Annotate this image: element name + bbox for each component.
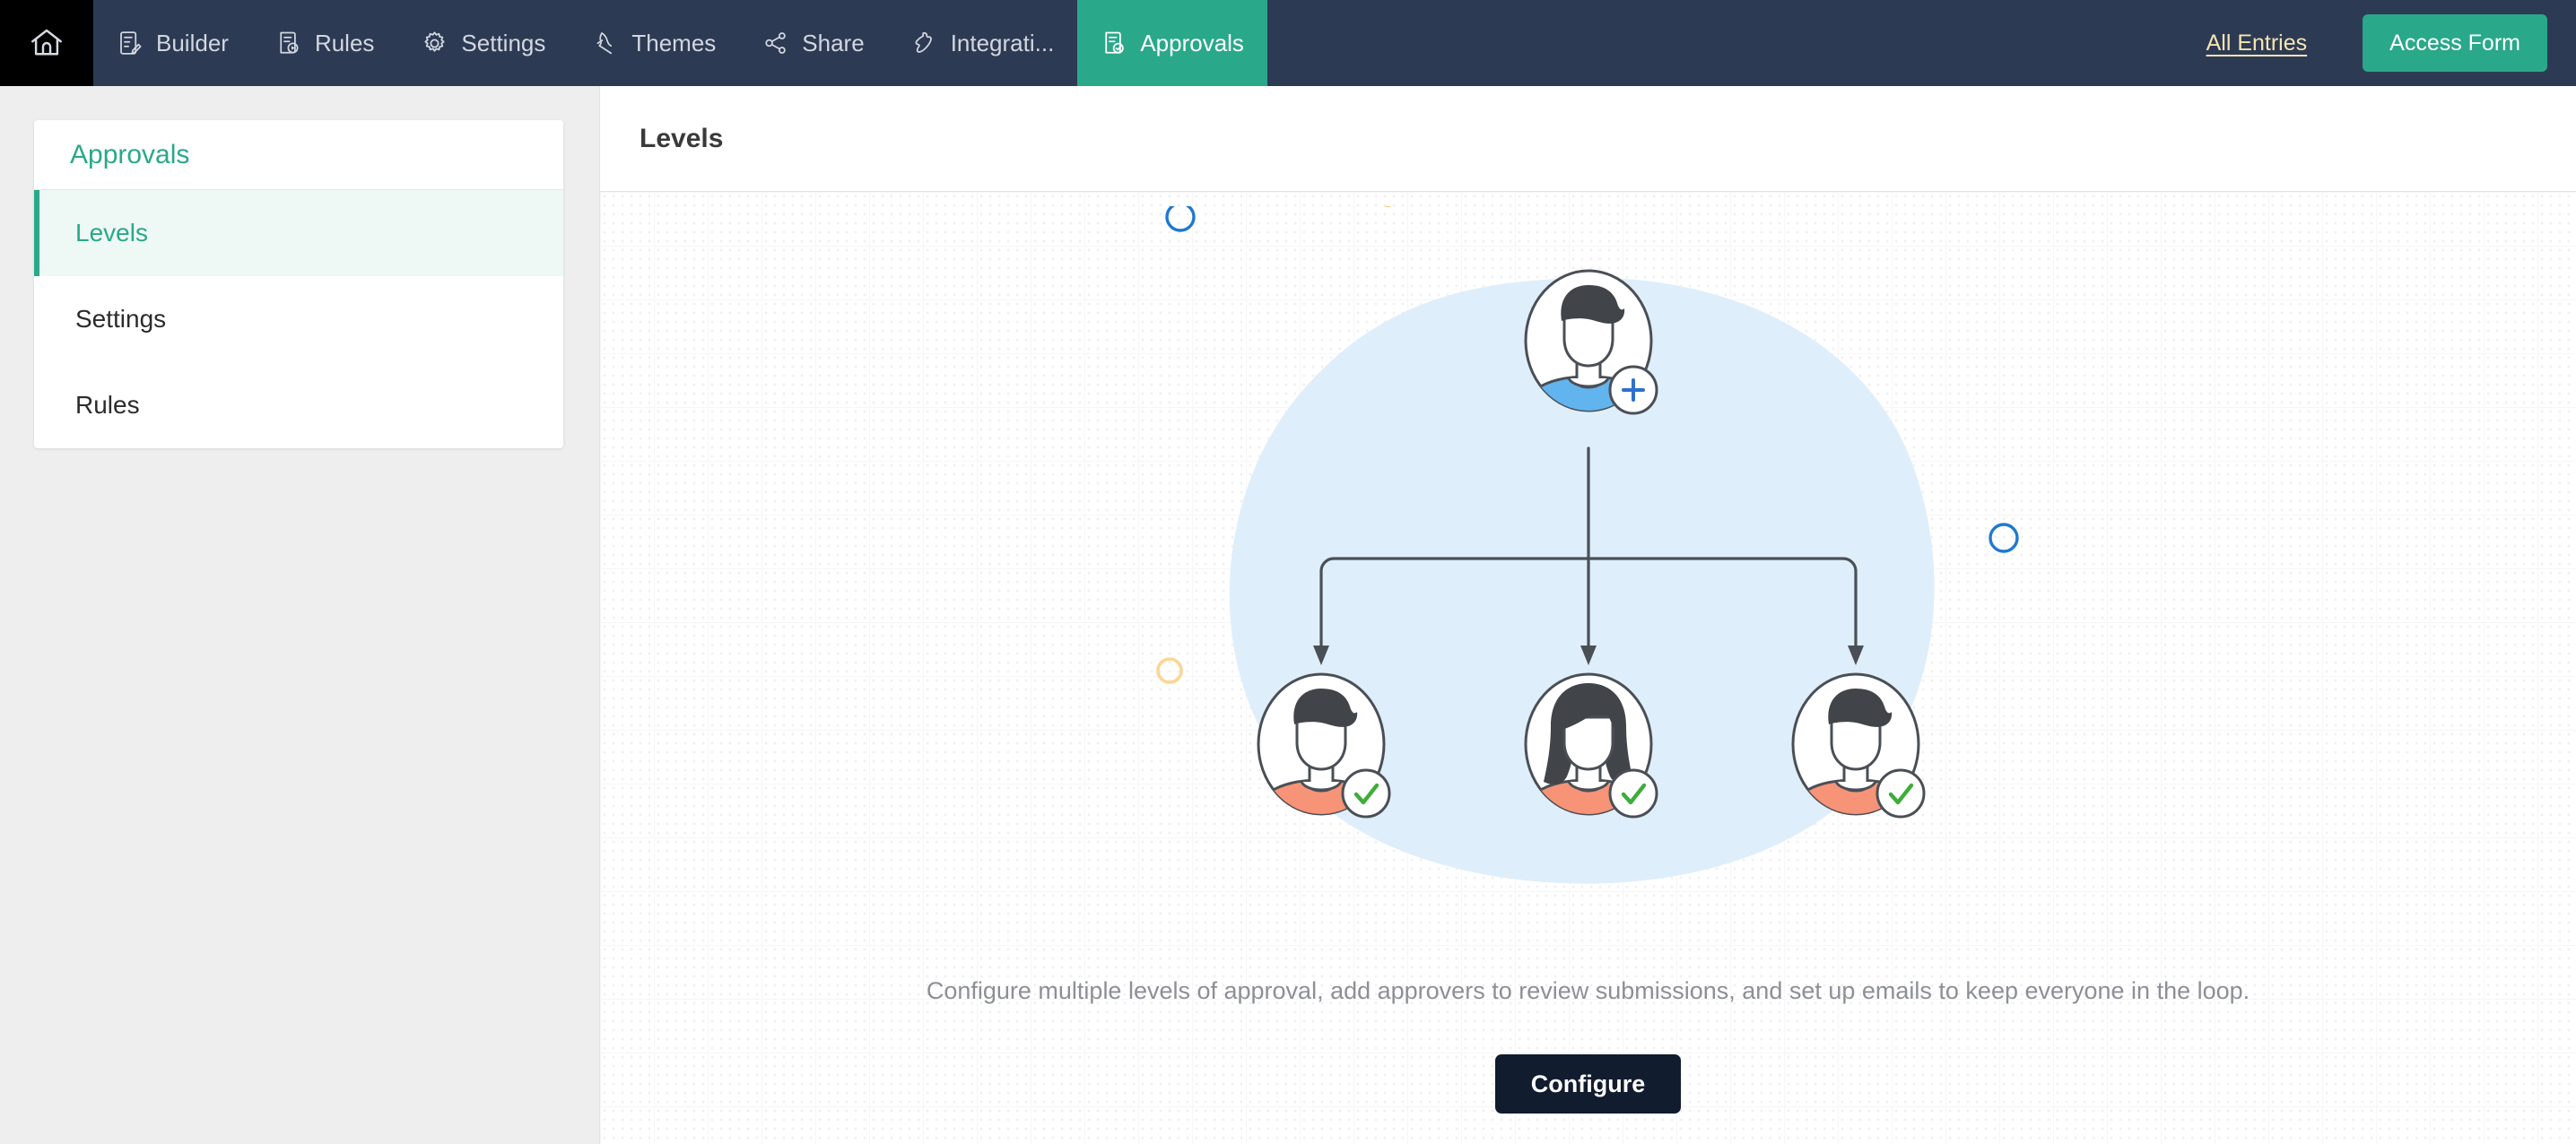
- approval-hierarchy-illustration: [1140, 206, 2037, 950]
- configure-button-wrap: Configure: [600, 1054, 2576, 1114]
- check-badge: [1877, 770, 1924, 817]
- topbar-actions: All Entries Access Form: [2206, 0, 2576, 86]
- nav-tab-settings[interactable]: Settings: [397, 0, 569, 86]
- decor-circle-blue-top: [1167, 206, 1194, 230]
- decor-circle-orange-left: [1158, 659, 1181, 682]
- rules-document-icon: [275, 30, 302, 56]
- nav-tab-settings-label: Settings: [461, 31, 545, 55]
- sidebar-item-rules-label: Rules: [75, 391, 140, 420]
- form-builder-icon: [117, 30, 144, 56]
- nav-tab-themes-label: Themes: [631, 31, 716, 55]
- gear-icon: [421, 30, 448, 57]
- sidebar-item-levels[interactable]: Levels: [34, 190, 563, 276]
- nav-tab-approvals[interactable]: Approvals: [1077, 0, 1267, 86]
- check-badge: [1610, 770, 1657, 817]
- access-form-button[interactable]: Access Form: [2363, 14, 2547, 72]
- top-navigation-bar: Builder Rules Settings: [0, 0, 2576, 86]
- nav-tab-integrations-label: Integrati...: [951, 31, 1055, 55]
- nav-tab-themes[interactable]: Themes: [569, 0, 739, 86]
- nav-tab-builder[interactable]: Builder: [93, 0, 252, 86]
- paint-brush-icon: [592, 30, 619, 56]
- nav-tab-approvals-label: Approvals: [1140, 31, 1244, 55]
- home-icon: [28, 24, 65, 62]
- sidebar-item-rules[interactable]: Rules: [34, 362, 563, 448]
- nav-tab-share-label: Share: [802, 31, 864, 55]
- sidebar-item-settings-label: Settings: [75, 305, 166, 334]
- main-header: Levels: [600, 86, 2576, 192]
- page-title: Levels: [640, 124, 723, 154]
- plus-badge: [1610, 367, 1657, 413]
- decor-circle-blue-right: [1990, 524, 2017, 551]
- main-nav-items: Builder Rules Settings: [93, 0, 1267, 86]
- sidebar-item-settings[interactable]: Settings: [34, 276, 563, 362]
- empty-state-description: Configure multiple levels of approval, a…: [600, 977, 2576, 1005]
- sidebar-item-levels-label: Levels: [75, 219, 148, 247]
- nav-tab-builder-label: Builder: [156, 31, 229, 55]
- nav-tab-integrations[interactable]: Integrati...: [888, 0, 1078, 86]
- approvals-sidebar: Approvals Levels Settings Rules: [34, 120, 563, 448]
- decor-dot-orange-top: [1379, 206, 1396, 207]
- nav-tab-share[interactable]: Share: [739, 0, 887, 86]
- share-nodes-icon: [762, 30, 789, 56]
- check-badge: [1343, 770, 1389, 817]
- all-entries-link[interactable]: All Entries: [2206, 30, 2308, 56]
- empty-state-canvas: Configure multiple levels of approval, a…: [600, 192, 2576, 1144]
- approvals-checklist-icon: [1101, 30, 1127, 56]
- sidebar-title: Approvals: [34, 120, 563, 190]
- integrations-puzzle-icon: [911, 30, 938, 56]
- nav-tab-rules-label: Rules: [315, 31, 374, 55]
- configure-button[interactable]: Configure: [1495, 1054, 1682, 1114]
- nav-tab-rules[interactable]: Rules: [252, 0, 397, 86]
- main-content-panel: Levels: [599, 86, 2576, 1144]
- home-button[interactable]: [0, 0, 93, 86]
